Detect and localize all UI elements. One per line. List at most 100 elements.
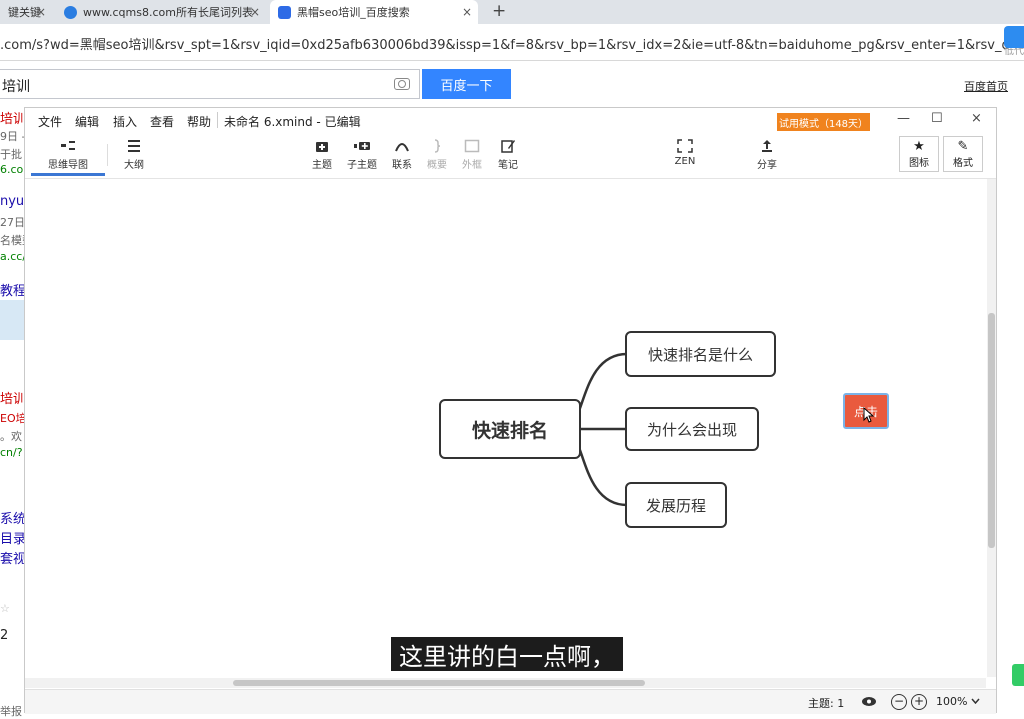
subtopic-icon [354,142,370,150]
address-bar[interactable]: .com/s?wd=黑帽seo培训&rsv_spt=1&rsv_iqid=0xd… [0,24,1024,61]
eye-icon[interactable] [861,696,877,707]
tab-label: 黑帽seo培训_百度搜索 [297,6,410,19]
baidu-search-button[interactable]: 百度一下 [422,69,511,99]
result-snippet: 于批 [0,148,22,161]
result-title[interactable]: 培训 [0,388,26,407]
zen-button[interactable]: ZEN [663,134,707,174]
result-snippet: 27日 [0,216,25,229]
topic-icon [316,142,328,152]
xmind-toolbar: 思维导图 大纲 主题 子主题 联系 概要 外框 笔记 ZEN 分享 ★ 图标 ✎… [25,134,996,179]
site-favicon-icon [64,5,77,19]
report-link[interactable]: 举报 [0,703,22,719]
browser-extension-icon[interactable] [1004,26,1024,48]
browser-tab-3[interactable]: 黑帽seo培训_百度搜索 × [270,0,478,24]
summary-label: 概要 [427,160,447,171]
central-topic[interactable]: 快速排名 [439,399,581,459]
menu-insert[interactable]: 插入 [113,113,137,130]
floating-widget-icon[interactable] [1012,664,1024,686]
menu-file[interactable]: 文件 [38,113,62,130]
tab-outline[interactable]: 大纲 [112,134,156,174]
xmind-menubar: 文件 编辑 插入 查看 帮助 未命名 6.xmind - 已编辑 试用模式（14… [25,108,996,134]
result-title[interactable]: 教程 [0,280,26,299]
star-icon: ★ [913,139,925,154]
subtopic-button[interactable]: 子主题 [340,134,384,174]
mindmap-canvas[interactable]: 快速排名 快速排名是什么 为什么会出现 发展历程 点击 [25,179,986,677]
share-label: 分享 [757,160,777,171]
menu-view[interactable]: 查看 [150,113,174,130]
active-tab-indicator [31,173,105,176]
camera-icon[interactable] [394,78,410,90]
result-title[interactable]: nyu [0,194,24,209]
document-title: 未命名 6.xmind - 已编辑 [224,115,361,129]
vertical-scroll-thumb[interactable] [988,313,995,548]
tab-close-icon[interactable]: × [462,5,472,19]
note-label: 笔记 [498,160,518,171]
tab-label: www.cqms8.com所有长尾词列表 [83,6,253,19]
star-icon: ☆ [0,602,10,615]
topic-label: 主题 [312,160,332,171]
search-value: 培训 [2,79,30,95]
browser-tab-2[interactable]: www.cqms8.com所有长尾词列表 × [56,0,266,24]
page-right-margin [1000,107,1024,667]
result-url[interactable]: 6.co [0,163,23,176]
subtopic-node[interactable]: 发展历程 [625,482,727,528]
chevron-down-icon[interactable] [971,698,980,704]
mouse-cursor-icon [863,407,875,423]
result-url[interactable]: a.cc/ [0,250,26,263]
related-link[interactable]: 目录 [0,528,26,547]
topic-button[interactable]: 主题 [300,134,344,174]
horizontal-scroll-thumb[interactable] [233,680,645,686]
maximize-icon[interactable]: ☐ [931,111,943,126]
summary-brace-icon [434,139,441,153]
zoom-out-button[interactable]: − [891,694,907,710]
menu-edit[interactable]: 编辑 [75,113,99,130]
xmind-window: 文件 编辑 插入 查看 帮助 未命名 6.xmind - 已编辑 试用模式（14… [24,107,997,714]
related-link[interactable]: 套视 [0,548,26,567]
new-tab-button[interactable]: + [492,1,506,21]
boundary-icon [464,139,480,153]
tab-mindmap[interactable]: 思维导图 [46,134,90,174]
format-panel-label: 格式 [953,158,973,169]
format-brush-icon: ✎ [957,139,969,154]
page-number[interactable]: 2 [0,628,8,643]
share-button[interactable]: 分享 [745,134,789,174]
mindmap-icon [61,141,75,150]
share-upload-icon [762,140,772,152]
baidu-paw-icon [278,5,291,19]
boundary-label: 外框 [462,160,482,171]
format-panel-button[interactable]: ✎ 格式 [943,136,983,172]
baidu-search-row: 培训 百度一下 百度首页 [0,61,1024,107]
result-title[interactable]: 培训 [0,108,26,127]
menu-help[interactable]: 帮助 [187,113,211,130]
zen-fullscreen-icon [677,139,693,153]
toolbar-divider [107,144,108,166]
menu-divider [217,112,218,128]
result-snippet: 。欢 [0,430,22,443]
icon-panel-button[interactable]: ★ 图标 [899,136,939,172]
topic-count: 主题: 1 [808,697,845,710]
subtopic-node[interactable]: 快速排名是什么 [625,331,776,377]
tab-close-icon[interactable]: × [250,5,260,19]
note-pencil-icon [501,140,515,153]
result-url[interactable]: cn/? [0,446,23,459]
tab-mindmap-label: 思维导图 [48,160,88,171]
relationship-icon [395,143,409,152]
baidu-home-link[interactable]: 百度首页 [964,78,1008,94]
relationship-label: 联系 [392,160,412,171]
minimize-icon[interactable]: — [897,111,910,126]
url-text[interactable]: .com/s?wd=黑帽seo培训&rsv_spt=1&rsv_iqid=0xd… [0,34,1010,53]
trial-badge[interactable]: 试用模式（148天） [777,113,870,131]
zoom-in-button[interactable]: + [911,694,927,710]
result-thumbnail[interactable] [0,300,24,340]
browser-tab-1[interactable]: 键关键 × [0,0,52,24]
subtopic-label: 子主题 [347,160,377,171]
tab-close-icon[interactable]: × [36,5,46,19]
zoom-level[interactable]: 100% [936,695,967,708]
zen-label: ZEN [674,156,696,167]
close-icon[interactable]: × [971,111,982,126]
note-button[interactable]: 笔记 [486,134,530,174]
outline-icon [128,140,140,152]
search-input[interactable]: 培训 [0,69,420,99]
related-link[interactable]: 系统 [0,508,26,527]
subtopic-node[interactable]: 为什么会出现 [625,407,759,451]
